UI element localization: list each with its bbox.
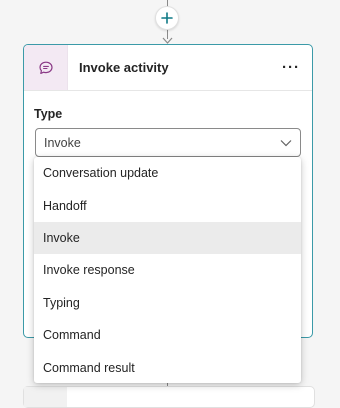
option-typing[interactable]: Typing [34,287,301,319]
next-node-icon-box [24,387,67,407]
option-invoke-response[interactable]: Invoke response [34,254,301,286]
option-conversation-update[interactable]: Conversation update [34,157,301,189]
type-label: Type [34,107,63,121]
more-options-icon: ··· [282,59,300,76]
chevron-down-icon [280,139,292,147]
card-title: Invoke activity [79,60,169,75]
card-header-icon-box [24,45,68,90]
type-dropdown-list: Conversation update Handoff Invoke Invok… [34,157,301,383]
plus-icon [161,12,173,24]
more-options-button[interactable]: ··· [276,53,306,83]
next-node-card[interactable] [23,386,315,408]
card-header: Invoke activity ··· [24,45,312,91]
chat-bubble-icon [38,61,53,74]
option-command-result[interactable]: Command result [34,351,301,383]
type-select-value: Invoke [44,135,81,150]
type-select[interactable]: Invoke [35,128,301,157]
add-step-button[interactable] [155,6,179,30]
option-invoke[interactable]: Invoke [34,221,301,255]
option-handoff[interactable]: Handoff [34,189,301,221]
option-command[interactable]: Command [34,319,301,351]
arrow-down-icon [162,37,173,44]
